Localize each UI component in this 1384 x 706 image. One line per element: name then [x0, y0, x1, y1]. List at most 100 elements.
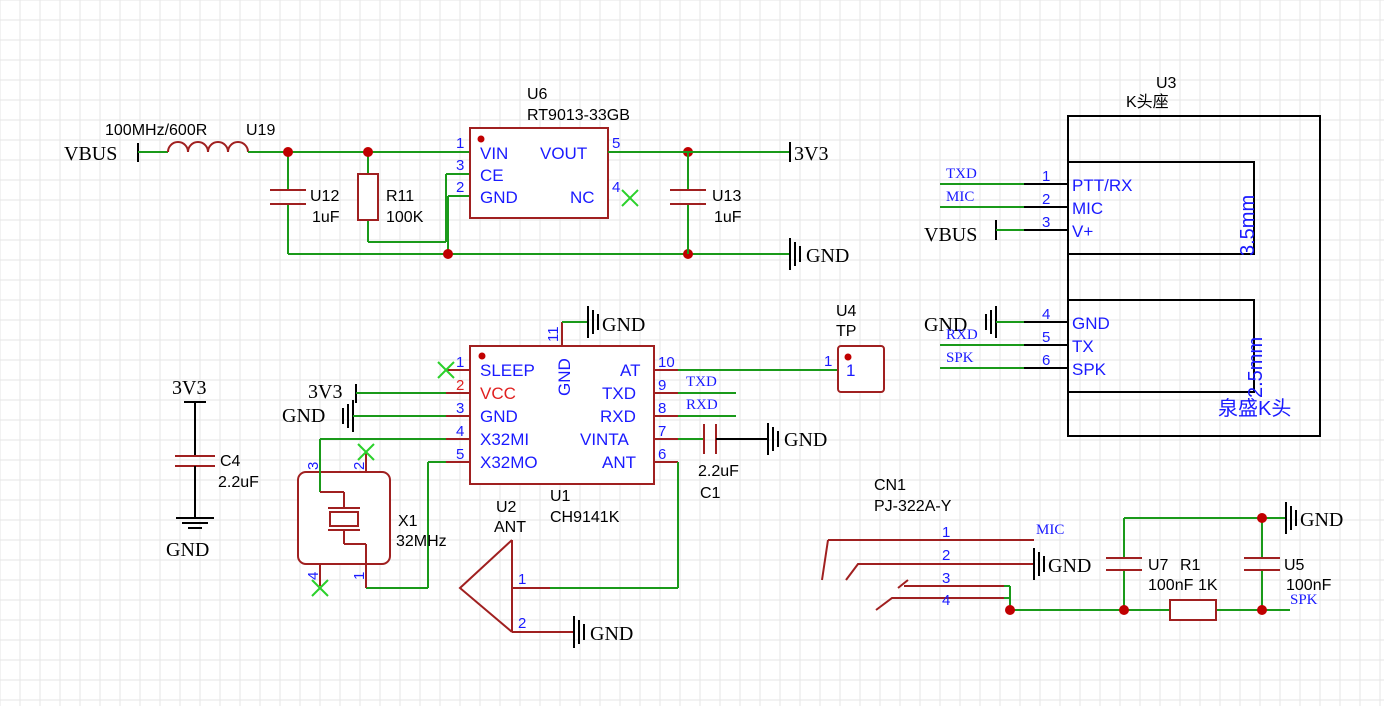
u1-pin-2-num: 2 [456, 377, 464, 394]
u1-pin-7-num: 7 [658, 423, 666, 440]
u3-pin-mic: MIC [1072, 199, 1103, 218]
cn1-gnd-label: GND [1048, 555, 1091, 577]
u3-rxd-net: RXD [946, 327, 978, 343]
u3-pin-3-num: 3 [1042, 214, 1050, 231]
u3-label-25mm: 2.5mm [1245, 337, 1267, 398]
cn1-value: PJ-322A-Y [874, 498, 952, 515]
u1-pin-vinta: VINTA [580, 430, 629, 449]
u1-top-gnd-label: GND [602, 314, 645, 336]
u1-txd-net: TXD [686, 374, 717, 390]
resistor-r11: R11 100K [357, 173, 424, 226]
vbus-net-label: VBUS [64, 143, 117, 165]
u2-designator: U2 [496, 499, 517, 516]
u7-designator: U7 [1148, 557, 1169, 574]
u13-designator: U13 [712, 188, 741, 205]
u6-pin-1-num: 1 [456, 135, 464, 152]
u3-value: K头座 [1126, 93, 1169, 111]
u13-value: 1uF [714, 209, 742, 226]
x1-pin-3-num: 3 [305, 462, 322, 470]
u3-net-connections: TXD MIC VBUS GND RXD SPK [924, 166, 1024, 369]
u4-value: TP [836, 323, 856, 340]
u3-pin-2-num: 2 [1042, 191, 1050, 208]
c1-value: 2.2uF [698, 463, 739, 480]
u3-label-brand: 泉盛K头 [1218, 397, 1291, 420]
u6-pin-3-num: 3 [456, 157, 464, 174]
x1-pin-2-num: 2 [351, 462, 368, 470]
u3-designator: U3 [1156, 75, 1177, 92]
x1-pin-1-num: 1 [351, 572, 368, 580]
u1-pin-ant: ANT [602, 453, 636, 472]
u4-pin-num: 1 [824, 353, 832, 370]
u1-rxd-net: RXD [686, 397, 718, 413]
u6-pin-vin: VIN [480, 144, 508, 163]
inductor-u19: 100MHz/600R U19 [105, 122, 275, 153]
u1-pin-5-num: 5 [456, 446, 464, 463]
ble-module-u1: U1 CH9141K 11 GND 1 SLEEP 2 VCC 3 GND 4 … [437, 322, 678, 526]
u1-pin-10-num: 10 [658, 354, 675, 371]
u6-value: RT9013-33GB [527, 107, 630, 124]
u3-vbus-net: VBUS [924, 224, 977, 246]
u1-power-connections: 3V3 GND [282, 381, 446, 432]
u3-pin-gnd: GND [1072, 314, 1110, 333]
u1-pin-gnd: GND [480, 407, 518, 426]
u1-pin-vcc: VCC [480, 384, 516, 403]
c4-3v3-label: 3V3 [172, 377, 206, 399]
schematic-drawing: VBUS 100MHz/600R U19 U12 1uF R11 100K U6… [0, 0, 1384, 706]
u6-pin-ce: CE [480, 166, 504, 185]
cn1-pin-1-num: 1 [942, 524, 950, 541]
capacitor-c1: GND 2.2uF C1 [698, 423, 827, 502]
u3-pin-6-num: 6 [1042, 352, 1050, 369]
u6-pin-nc: NC [570, 188, 595, 207]
u7-value: 100nF [1148, 577, 1194, 594]
u1-top-gnd-symbol: GND [562, 306, 645, 338]
u1-pin-1-num: 1 [456, 354, 464, 371]
x1-pin-4-num: 4 [305, 572, 322, 580]
audio-spk-net: SPK [1290, 592, 1318, 608]
audio-gnd-label: GND [1300, 509, 1343, 531]
c4-value: 2.2uF [218, 474, 259, 491]
u2-gnd-label: GND [590, 623, 633, 645]
u1-pin-4-num: 4 [456, 423, 464, 440]
u19-value: 100MHz/600R [105, 122, 207, 139]
x1-value: 32MHz [396, 533, 447, 550]
u4-designator: U4 [836, 303, 857, 320]
u3-spk-net: SPK [946, 350, 974, 366]
ldo-gnd-label: GND [806, 245, 849, 267]
u3-mic-net: MIC [946, 189, 974, 205]
u12-value: 1uF [312, 209, 340, 226]
u3-pin-1-num: 1 [1042, 168, 1050, 185]
r1-designator: R1 [1180, 557, 1201, 574]
u12-designator: U12 [310, 188, 339, 205]
3v3-net-label: 3V3 [794, 143, 828, 165]
cn1-pin-3-num: 3 [942, 570, 950, 587]
u1-pin-sleep: SLEEP [480, 361, 535, 380]
r1-value: 1K [1198, 577, 1218, 594]
u3-pin-spk: SPK [1072, 360, 1107, 379]
u1-pin-at: AT [620, 361, 640, 380]
u3-label-35mm: 3.5mm [1237, 195, 1259, 256]
u1-3v3-label: 3V3 [308, 381, 342, 403]
3v3-output-port: 3V3 [789, 142, 828, 165]
u19-designator: U19 [246, 122, 275, 139]
u1-pin-8-num: 8 [658, 400, 666, 417]
u1-pin-11-num: 11 [545, 326, 562, 342]
u3-pin-4-num: 4 [1042, 306, 1050, 323]
schematic-canvas: VBUS 100MHz/600R U19 U12 1uF R11 100K U6… [0, 0, 1384, 706]
c1-gnd-label: GND [784, 429, 827, 451]
connector-u3: U3 K头座 3.5mm 2.5mm 泉盛K头 1 PTT/RX 2 MIC 3… [1024, 75, 1321, 437]
u1-designator: U1 [550, 488, 571, 505]
u1-pin-x32mo: X32MO [480, 453, 538, 472]
r11-designator: R11 [386, 188, 414, 205]
u5-designator: U5 [1284, 557, 1305, 574]
u1-gnd-label: GND [282, 405, 325, 427]
cn1-pin-4-num: 4 [942, 592, 950, 609]
crystal-x1: 3 2 4 1 X1 32MHz [297, 438, 447, 597]
u2-pin-2-num: 2 [518, 615, 526, 632]
u1-pin-x32mi: X32MI [480, 430, 529, 449]
u4-pin-name: 1 [846, 361, 855, 380]
u2-value: ANT [494, 519, 526, 536]
u3-txd-net: TXD [946, 166, 977, 182]
u1-value: CH9141K [550, 509, 620, 526]
u6-pin-vout: VOUT [540, 144, 587, 163]
vbus-input-port: VBUS [64, 143, 168, 165]
